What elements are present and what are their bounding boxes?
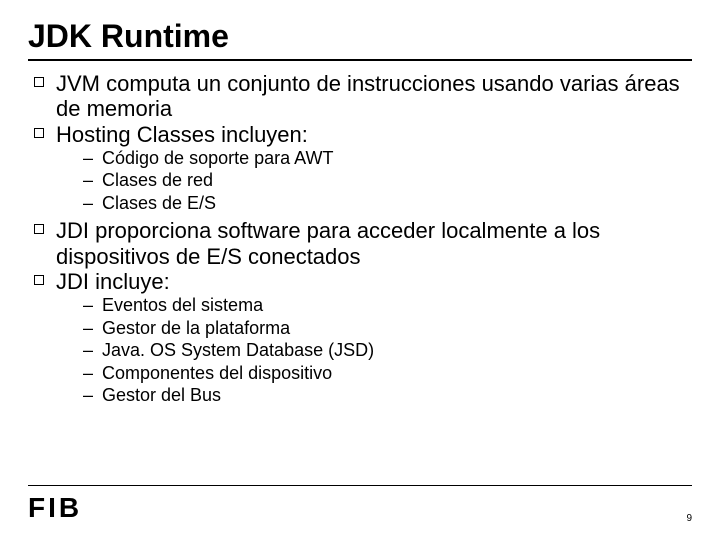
dash-icon: –: [80, 192, 96, 215]
square-bullet-icon: [34, 275, 44, 285]
bullet-item: JDI proporciona software para acceder lo…: [28, 218, 692, 269]
fib-logo: FIB: [28, 492, 80, 524]
sub-list: – Eventos del sistema – Gestor de la pla…: [80, 294, 692, 407]
sub-item: – Java. OS System Database (JSD): [80, 339, 692, 362]
dash-icon: –: [80, 294, 96, 317]
logo-letter: I: [48, 492, 57, 524]
sub-list: – Código de soporte para AWT – Clases de…: [80, 147, 692, 215]
square-bullet-icon: [34, 224, 44, 234]
bullet-text: JDI proporciona software para acceder lo…: [56, 218, 692, 269]
sub-item: – Gestor del Bus: [80, 384, 692, 407]
dash-icon: –: [80, 362, 96, 385]
slide-content: JVM computa un conjunto de instrucciones…: [28, 71, 692, 407]
sub-item: – Código de soporte para AWT: [80, 147, 692, 170]
sub-text: Componentes del dispositivo: [102, 362, 332, 385]
sub-item: – Eventos del sistema: [80, 294, 692, 317]
sub-item: – Clases de red: [80, 169, 692, 192]
square-bullet-icon: [34, 77, 44, 87]
sub-item: – Gestor de la plataforma: [80, 317, 692, 340]
bullet-text: Hosting Classes incluyen:: [56, 122, 692, 147]
sub-item: – Componentes del dispositivo: [80, 362, 692, 385]
sub-text: Gestor de la plataforma: [102, 317, 290, 340]
square-bullet-icon: [34, 128, 44, 138]
dash-icon: –: [80, 339, 96, 362]
sub-item: – Clases de E/S: [80, 192, 692, 215]
slide-title: JDK Runtime: [28, 18, 692, 55]
dash-icon: –: [80, 169, 96, 192]
sub-text: Gestor del Bus: [102, 384, 221, 407]
slide: JDK Runtime JVM computa un conjunto de i…: [0, 0, 720, 540]
sub-text: Eventos del sistema: [102, 294, 263, 317]
bullet-item: JDI incluye:: [28, 269, 692, 294]
logo-letter: B: [59, 492, 80, 524]
bullet-text: JDI incluye:: [56, 269, 692, 294]
dash-icon: –: [80, 384, 96, 407]
page-number: 9: [686, 513, 692, 524]
sub-text: Clases de red: [102, 169, 213, 192]
bullet-item: JVM computa un conjunto de instrucciones…: [28, 71, 692, 122]
dash-icon: –: [80, 317, 96, 340]
dash-icon: –: [80, 147, 96, 170]
sub-text: Código de soporte para AWT: [102, 147, 333, 170]
bullet-item: Hosting Classes incluyen:: [28, 122, 692, 147]
bullet-text: JVM computa un conjunto de instrucciones…: [56, 71, 692, 122]
title-divider: [28, 59, 692, 61]
sub-text: Clases de E/S: [102, 192, 216, 215]
slide-footer: FIB 9: [28, 485, 692, 524]
footer-divider: [28, 485, 692, 486]
logo-letter: F: [28, 492, 46, 524]
footer-row: FIB 9: [28, 492, 692, 524]
sub-text: Java. OS System Database (JSD): [102, 339, 374, 362]
